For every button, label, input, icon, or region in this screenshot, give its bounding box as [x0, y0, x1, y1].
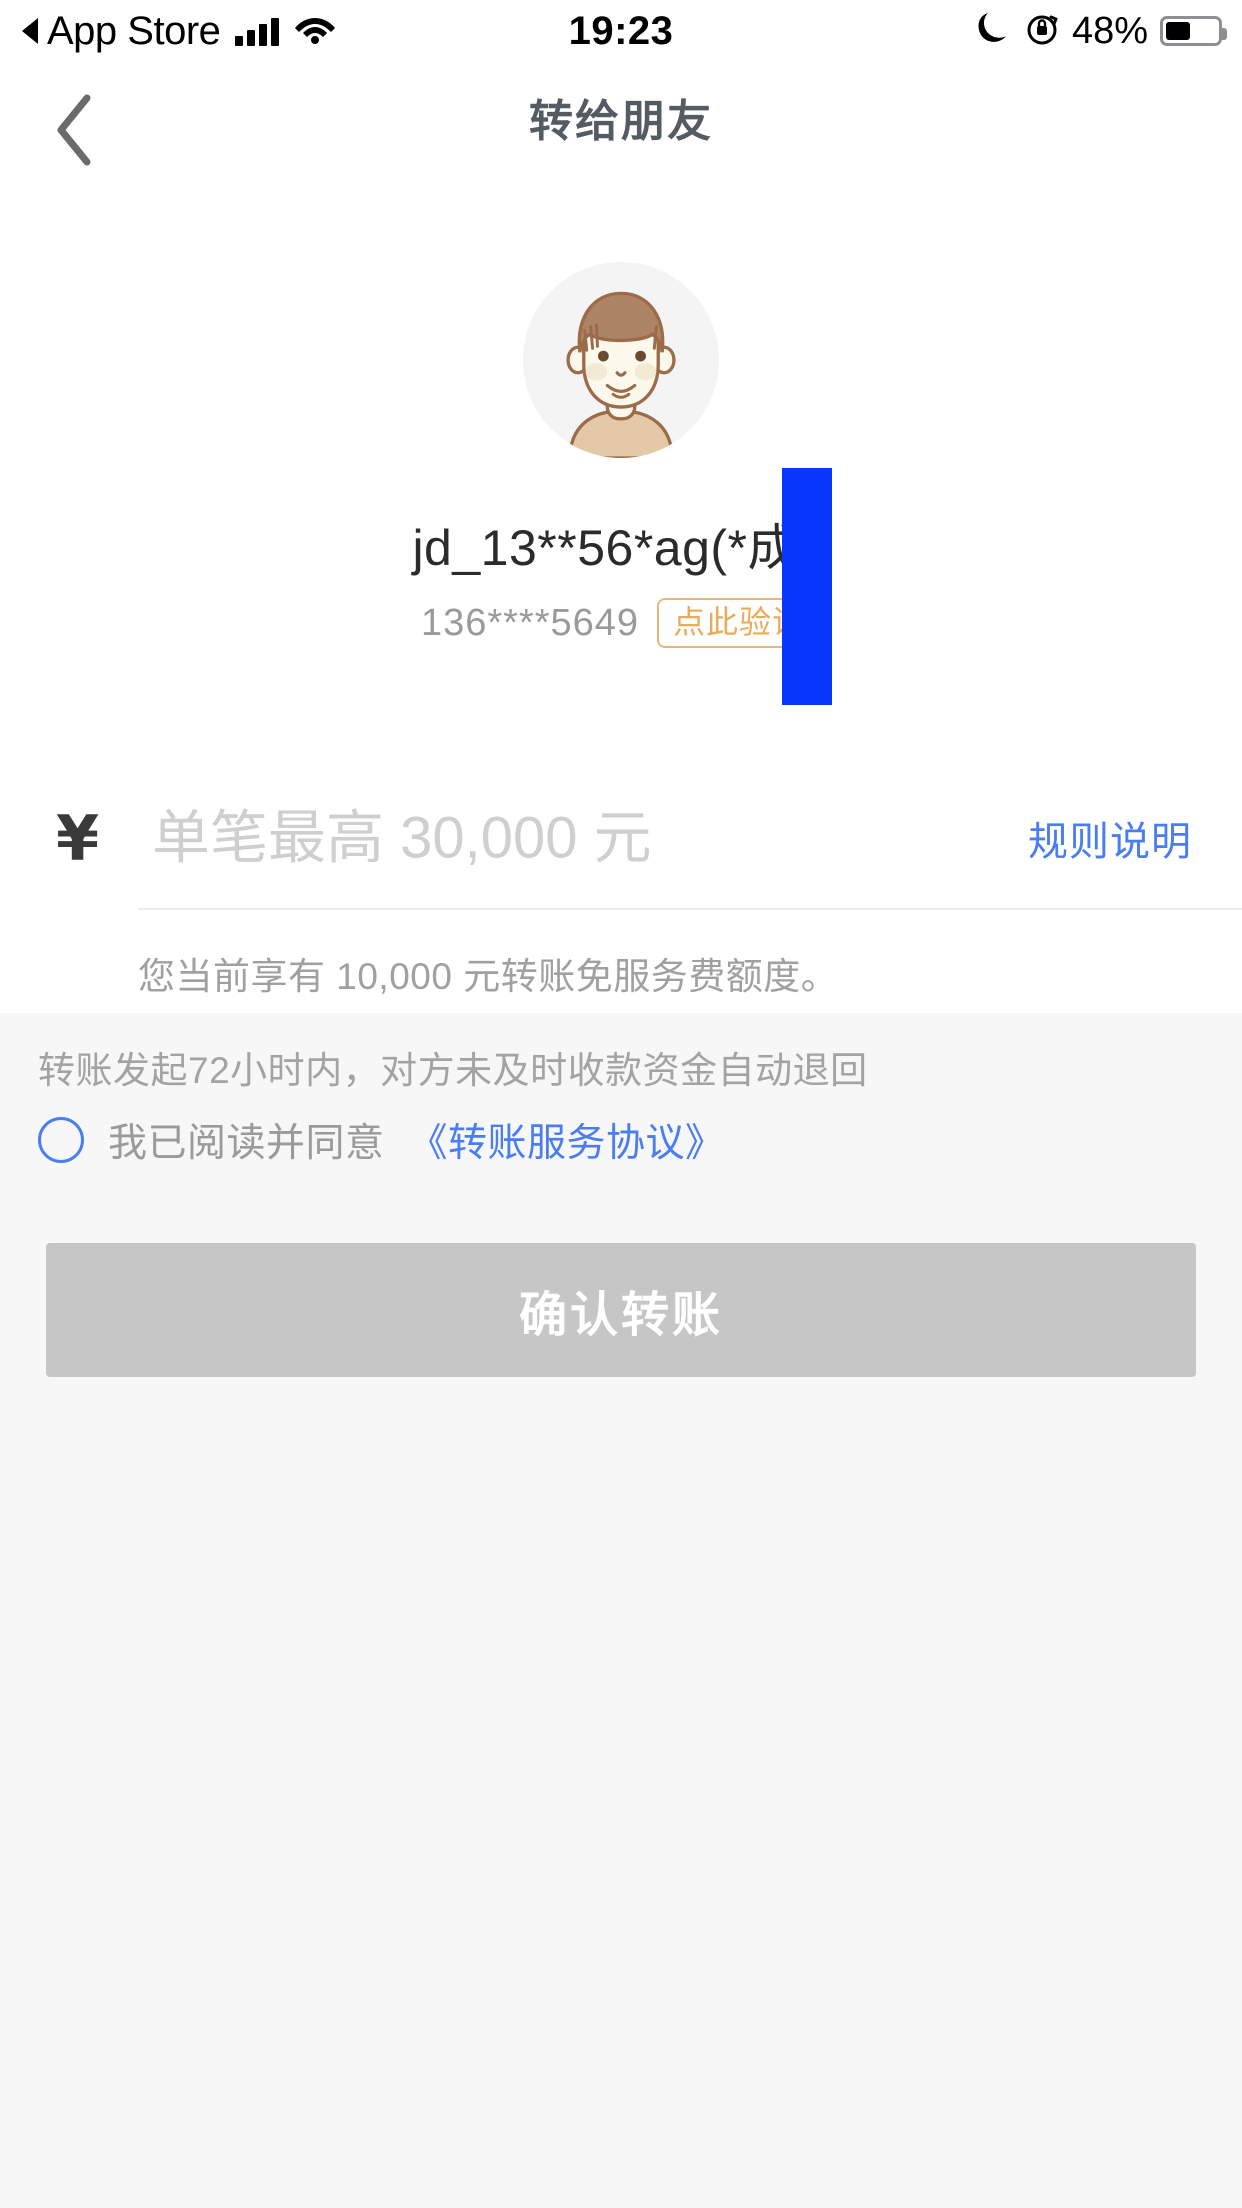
- status-bar-right: 48%: [978, 0, 1227, 62]
- amount-input[interactable]: [152, 804, 852, 872]
- page-title: 转给朋友: [529, 97, 713, 146]
- refund-policy-note: 转账发起72小时内，对方未及时收款资金自动退回: [38, 1050, 868, 1091]
- payee-phone: 136****5649: [420, 601, 640, 644]
- fee-free-quota-note: 您当前享有 10,000 元转账免服务费额度。: [138, 956, 839, 997]
- payee-phone-row: 136****5649 点此验证: [0, 598, 1242, 648]
- user-avatar-icon: [523, 262, 719, 458]
- rules-link[interactable]: 规则说明: [1028, 809, 1192, 867]
- redaction-block: [782, 468, 832, 705]
- do-not-disturb-moon-icon: [978, 11, 1012, 52]
- status-bar: App Store 19:23 48%: [0, 0, 1242, 62]
- yen-currency-icon: ¥: [56, 801, 100, 875]
- payee-avatar: [523, 262, 719, 458]
- transfer-to-friend-screen: App Store 19:23 48% 转给朋友 jd_13**56*ag(*成…: [0, 0, 1242, 2208]
- footer-section: [0, 1013, 1242, 2208]
- radio-unchecked-icon[interactable]: [38, 1117, 84, 1163]
- agreement-row[interactable]: 我已阅读并同意 《转账服务协议》: [38, 1112, 725, 1168]
- amount-divider: [138, 908, 1242, 910]
- agreement-label: 我已阅读并同意: [108, 1122, 385, 1165]
- rotation-lock-icon: [1024, 11, 1060, 52]
- amount-row: ¥ 规则说明: [0, 766, 1242, 910]
- battery-percent-label: 48%: [1071, 9, 1148, 52]
- battery-icon: [1160, 16, 1227, 46]
- payee-name: jd_13**56*ag(*成 ): [412, 520, 830, 576]
- nav-bar: 转给朋友: [0, 62, 1242, 172]
- confirm-transfer-button[interactable]: 确认转账: [46, 1243, 1196, 1377]
- agreement-link[interactable]: 《转账服务协议》: [409, 1112, 725, 1168]
